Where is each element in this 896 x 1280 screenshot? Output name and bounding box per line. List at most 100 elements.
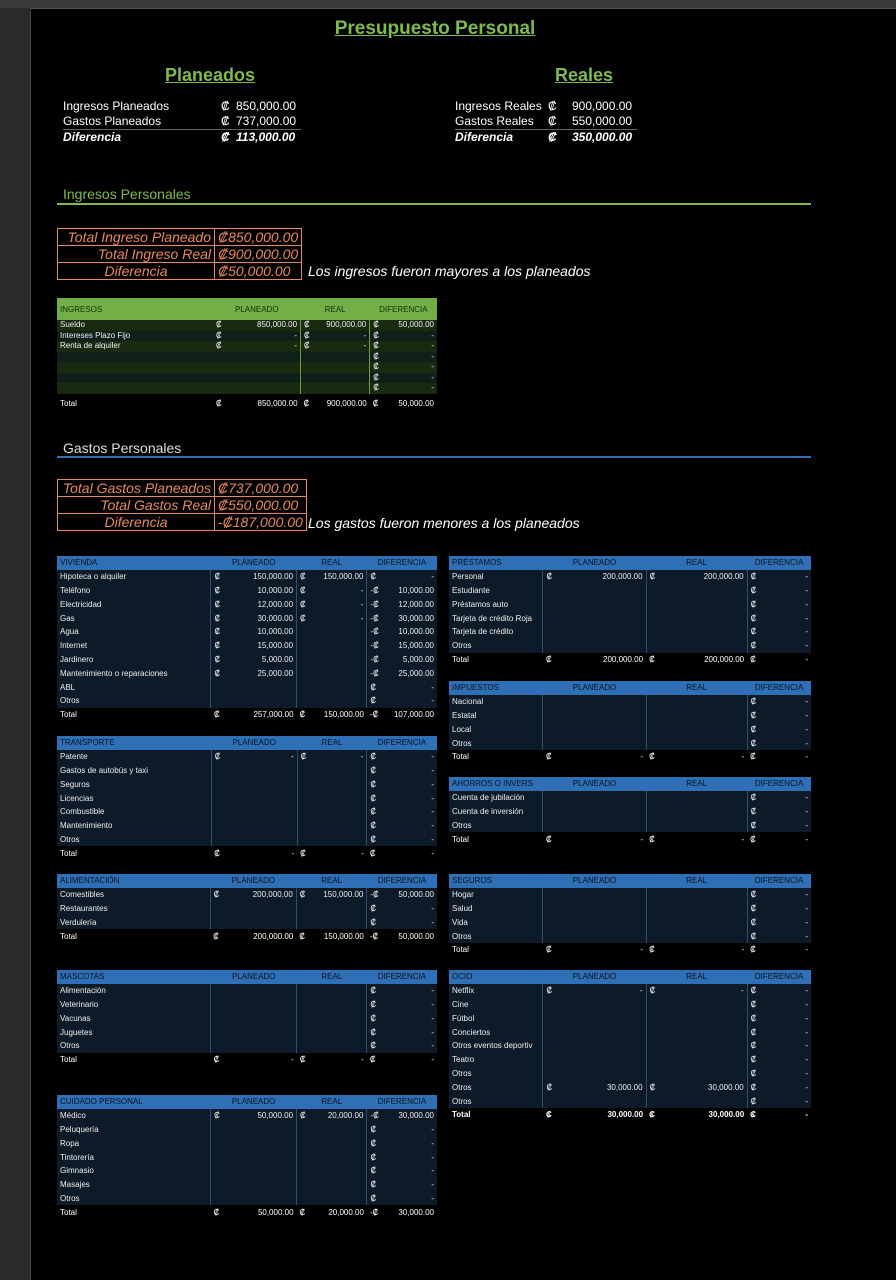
planeado-total: 50,000.00 — [227, 1205, 297, 1220]
currency — [542, 611, 560, 625]
diferencia-value: - — [385, 777, 437, 792]
currency — [210, 1177, 228, 1192]
currency — [542, 929, 560, 943]
row-label: Hogar — [449, 887, 544, 902]
currency — [296, 624, 313, 639]
currency: ₡ — [366, 997, 386, 1012]
real-value: - — [312, 597, 368, 612]
table-row: Tarjeta de crédito ₡ - — [449, 624, 811, 639]
col-header: PLANEADO — [542, 777, 647, 791]
table-total-row: Total ₡ 257,000.00 ₡ 150,000.00 -₡ 107,000.00 — [57, 707, 437, 722]
currency: ₡ — [369, 330, 386, 341]
row-label: Alimentación — [57, 983, 212, 998]
currency: ₡ — [366, 1191, 386, 1206]
real-value — [662, 1052, 748, 1067]
currency — [296, 901, 313, 916]
cuidado-personal-table: CUIDADO PERSONAL PLANEADO REAL DIFERENCIA Mé… — [57, 1095, 437, 1220]
currency: ₡ — [221, 114, 230, 128]
currency: ₡ — [300, 341, 315, 352]
real-value — [312, 1136, 368, 1151]
currency: ₡ — [646, 1107, 663, 1122]
currency: -₡ — [366, 624, 386, 639]
diferencia-value: - — [763, 1066, 811, 1081]
real-value — [312, 1177, 368, 1192]
currency — [646, 1025, 663, 1039]
currency — [646, 790, 663, 805]
table-header: PRÉSTAMOS PLANEADO REAL DIFERENCIA — [449, 556, 811, 570]
col-header: INGRESOS — [57, 298, 213, 320]
currency — [646, 624, 663, 639]
row-label: Teatro — [449, 1052, 544, 1067]
gastos-summary-box: Total Gastos Planeados ₡737,000.00 Total … — [57, 479, 307, 531]
planeado-value — [559, 722, 647, 737]
real-value — [662, 611, 748, 625]
table-row: Combustible ₡ - — [57, 804, 437, 819]
table-row: Otros ₡ - — [449, 929, 811, 943]
row-label: Masajes — [57, 1177, 212, 1192]
currency: ₡ — [296, 583, 313, 598]
currency — [297, 818, 314, 833]
currency — [213, 383, 231, 394]
total-label: Total — [449, 832, 543, 846]
table-row: ₡ - — [57, 362, 437, 373]
col-header: VIVIENDA — [57, 556, 211, 570]
table-row: Netflix ₡ - ₡ - ₡ - — [449, 983, 811, 998]
currency — [646, 1052, 663, 1067]
row-label: Personal — [449, 569, 544, 584]
table-row: Otros ₡ - — [449, 736, 811, 750]
row-label: Médico — [57, 1108, 212, 1123]
real-total: 150,000.00 — [312, 929, 367, 943]
currency — [542, 901, 560, 916]
diferencia-value: - — [385, 983, 437, 998]
diferencia-value: - — [385, 1150, 437, 1164]
table-row: Veterinario ₡ - — [57, 997, 437, 1012]
real-value — [662, 901, 748, 916]
currency: ₡ — [297, 846, 314, 861]
table-row: Gimnasio ₡ - — [57, 1163, 437, 1178]
diferencia-value: - — [385, 997, 437, 1012]
diferencia-value: - — [385, 818, 437, 833]
currency: ₡ — [210, 929, 227, 943]
currency: ₡ — [210, 597, 228, 612]
currency: ₡ — [747, 1011, 764, 1026]
currency — [210, 1136, 228, 1151]
table-row: Otros ₡ - — [449, 1066, 811, 1081]
currency: ₡ — [366, 804, 386, 819]
currency: ₡ — [747, 929, 764, 943]
currency: ₡ — [646, 942, 663, 957]
row-label: Renta de alquiler — [57, 341, 213, 352]
diferencia-value: - — [385, 569, 437, 584]
col-header: PLANEADO — [210, 970, 297, 984]
row-label: Verdulería — [57, 915, 211, 930]
col-header: DIFERENCIA — [747, 777, 811, 791]
real-value — [313, 804, 368, 819]
currency: -₡ — [366, 583, 386, 598]
row-label: Gimnasio — [57, 1163, 212, 1178]
currency: ₡ — [300, 393, 315, 414]
planeado-value — [227, 777, 298, 792]
planeado-value — [230, 351, 302, 362]
table-row: Cine ₡ - — [449, 997, 811, 1012]
planeado-value: 12,000.00 — [227, 597, 298, 612]
currency — [300, 362, 315, 373]
diferencia-value: - — [385, 749, 437, 764]
currency — [296, 1011, 314, 1026]
table-row: Hipoteca o alquiler ₡ 150,000.00 ₡ 150,000.0… — [57, 569, 437, 584]
table-row: Internet ₡ 15,000.00 -₡ 15,000.00 — [57, 638, 437, 653]
diferencia-value: - — [763, 583, 811, 598]
currency: ₡ — [548, 99, 557, 113]
currency: -₡ — [366, 1205, 386, 1220]
diferencia-value: - — [385, 791, 437, 805]
real-value — [312, 915, 368, 930]
table-row: Peluquería ₡ - — [57, 1122, 437, 1137]
page-title: Presupuesto Personal — [334, 18, 536, 39]
diferencia-value: - — [385, 362, 437, 373]
reales-summary: Ingresos Reales ₡ 900,000.00 Gastos Real… — [455, 99, 700, 145]
table-row: ₡ - — [57, 372, 437, 383]
row-label: Sueldo — [57, 320, 213, 331]
table-row: Otros ₡ 30,000.00 ₡ 30,000.00 ₡ - — [449, 1080, 811, 1095]
col-header: AHORROS O INVERS — [449, 777, 543, 791]
diferencia-value: 50,000.00 — [385, 887, 437, 902]
ocio-table: OCIO PLANEADO REAL DIFERENCIA Netflix ₡ - ₡ - ₡ - C… — [449, 970, 811, 1122]
table-total-row: Total ₡ - ₡ - ₡ - — [449, 749, 811, 764]
